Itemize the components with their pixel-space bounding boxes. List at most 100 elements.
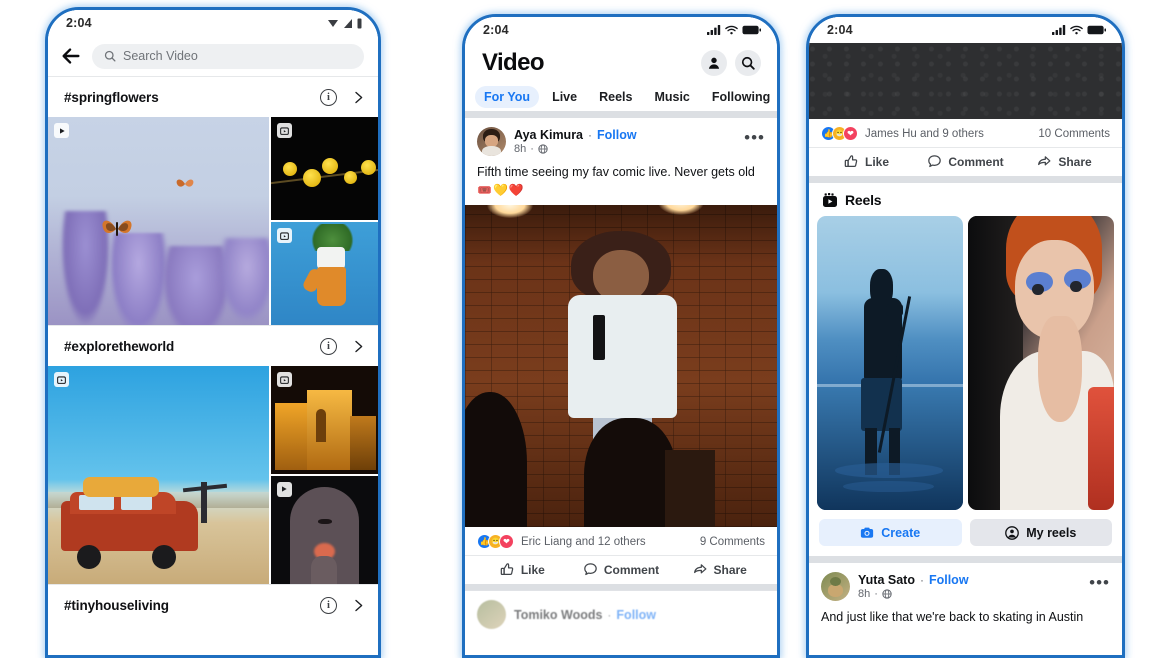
avatar[interactable] xyxy=(821,572,850,601)
action-bar: Like Comment Share xyxy=(465,556,777,584)
like-button[interactable]: Like xyxy=(473,562,572,577)
status-icons xyxy=(707,25,761,35)
follow-button[interactable]: Follow xyxy=(616,608,656,622)
status-icons xyxy=(327,18,362,29)
reaction-icons: 👍 😁 ❤ xyxy=(821,126,858,141)
post-meta: Yuta Sato · Follow 8h · xyxy=(858,573,1081,600)
post-timestamp: 8h xyxy=(514,143,527,155)
signal-icon xyxy=(1052,25,1066,35)
grid-tile-forsythia[interactable] xyxy=(270,117,378,221)
info-icon[interactable]: i xyxy=(320,88,337,106)
feed-post-next: Tomiko Woods · Follow xyxy=(465,591,777,632)
media-grid-exploretheworld xyxy=(48,366,378,584)
avatar[interactable] xyxy=(477,127,506,156)
page-title: Video xyxy=(482,49,545,76)
info-icon[interactable]: i xyxy=(320,596,337,614)
grid-tile-yoga[interactable] xyxy=(270,221,378,325)
my-reels-button[interactable]: My reels xyxy=(969,519,1112,546)
reels-clapper-icon xyxy=(823,193,837,207)
grid-tile-fort[interactable] xyxy=(270,366,378,475)
grid-tile-suv-desert[interactable] xyxy=(48,366,270,584)
wifi-icon xyxy=(1070,25,1083,35)
comments-count[interactable]: 9 Comments xyxy=(700,536,765,548)
post-author[interactable]: Tomiko Woods xyxy=(514,608,602,622)
search-row: Search Video xyxy=(48,36,378,76)
chevron-right-icon[interactable] xyxy=(351,598,366,613)
comment-label: Comment xyxy=(603,562,660,577)
timestamp-separator: · xyxy=(874,588,878,600)
comments-count[interactable]: 10 Comments xyxy=(1038,128,1110,140)
back-arrow-icon[interactable] xyxy=(60,45,82,67)
post-separator: · xyxy=(588,128,593,142)
reaction-names[interactable]: Eric Liang and 12 others xyxy=(521,536,700,548)
like-button[interactable]: Like xyxy=(817,154,916,169)
feed-post-yuta-sato: Yuta Sato · Follow 8h · ••• And just lik… xyxy=(809,563,1122,633)
share-button[interactable]: Share xyxy=(1015,154,1114,169)
reels-badge-icon xyxy=(276,372,292,387)
phone-middle: 2:04 Video For You Live Reels Music Foll… xyxy=(462,14,780,658)
media-grid-springflowers xyxy=(48,117,378,325)
post-author[interactable]: Aya Kimura xyxy=(514,128,583,142)
post-menu-button[interactable]: ••• xyxy=(744,129,765,150)
comment-button[interactable]: Comment xyxy=(916,154,1015,169)
video-tabs: For You Live Reels Music Following xyxy=(465,83,777,111)
wifi-icon xyxy=(328,19,338,27)
comment-label: Comment xyxy=(948,154,1004,169)
chevron-right-icon[interactable] xyxy=(351,339,366,354)
love-reaction-icon: ❤ xyxy=(499,534,514,550)
follow-button[interactable]: Follow xyxy=(597,128,637,142)
grid-tile-archway[interactable] xyxy=(270,475,378,584)
post-header: Yuta Sato · Follow 8h · ••• xyxy=(809,563,1122,603)
reaction-icons: 👍 😁 ❤ xyxy=(477,534,514,550)
post-text: Fifth time seeing my fav comic live. Nev… xyxy=(465,158,777,205)
profile-button[interactable] xyxy=(701,50,727,76)
search-button[interactable] xyxy=(735,50,761,76)
hashtag-row-tinyhouseliving[interactable]: #tinyhouseliving i xyxy=(48,584,378,625)
share-label: Share xyxy=(713,562,747,577)
top-post-media[interactable] xyxy=(809,43,1122,119)
post-text: And just like that we're back to skating… xyxy=(809,603,1122,633)
reaction-bar: 👍 😁 ❤ Eric Liang and 12 others 9 Comment… xyxy=(465,527,777,557)
thumbs-up-icon xyxy=(500,563,514,576)
timestamp-separator: · xyxy=(530,143,534,155)
tab-reels[interactable]: Reels xyxy=(590,86,641,108)
avatar[interactable] xyxy=(477,600,506,630)
post-media-stage[interactable] xyxy=(465,205,777,528)
info-icon[interactable]: i xyxy=(320,337,337,355)
status-bar-middle: 2:04 xyxy=(465,17,777,43)
status-icons xyxy=(1052,25,1106,35)
person-icon xyxy=(708,57,720,69)
tab-following[interactable]: Following xyxy=(703,86,777,108)
hashtag-row-exploretheworld[interactable]: #exploretheworld i xyxy=(48,325,378,366)
reels-badge-icon xyxy=(276,123,292,138)
post-meta: Tomiko Woods · Follow xyxy=(514,608,765,622)
post-menu-button[interactable]: ••• xyxy=(1089,574,1110,595)
create-reel-button[interactable]: Create xyxy=(819,519,962,546)
post-meta: Aya Kimura · Follow 8h · xyxy=(514,128,736,155)
reaction-names[interactable]: James Hu and 9 others xyxy=(865,128,1038,140)
follow-button[interactable]: Follow xyxy=(929,573,969,587)
tab-live[interactable]: Live xyxy=(543,86,586,108)
comment-button[interactable]: Comment xyxy=(572,562,671,577)
reels-section-header: Reels xyxy=(809,183,1122,216)
like-label: Like xyxy=(520,562,545,577)
chevron-right-icon[interactable] xyxy=(351,90,366,105)
tab-music[interactable]: Music xyxy=(645,86,698,108)
post-author[interactable]: Yuta Sato xyxy=(858,573,915,587)
globe-icon xyxy=(538,144,548,154)
post-header: Tomiko Woods · Follow xyxy=(465,591,777,631)
post-separator: · xyxy=(919,573,924,587)
reel-card-paddleboarder[interactable] xyxy=(817,216,963,510)
share-button[interactable]: Share xyxy=(670,562,769,577)
tab-for-you[interactable]: For You xyxy=(475,86,540,108)
share-arrow-icon xyxy=(693,564,706,574)
hashtag-row-springflowers[interactable]: #springflowers i xyxy=(48,76,378,117)
person-circle-icon xyxy=(1005,525,1020,540)
search-input[interactable]: Search Video xyxy=(92,43,364,69)
post-body: And just like that we're back to skating… xyxy=(821,610,1084,624)
grid-tile-lavender[interactable] xyxy=(48,117,270,325)
video-badge-icon xyxy=(54,123,69,138)
video-header: Video xyxy=(465,43,777,83)
reel-card-makeup[interactable] xyxy=(968,216,1114,510)
section-divider xyxy=(465,111,777,118)
